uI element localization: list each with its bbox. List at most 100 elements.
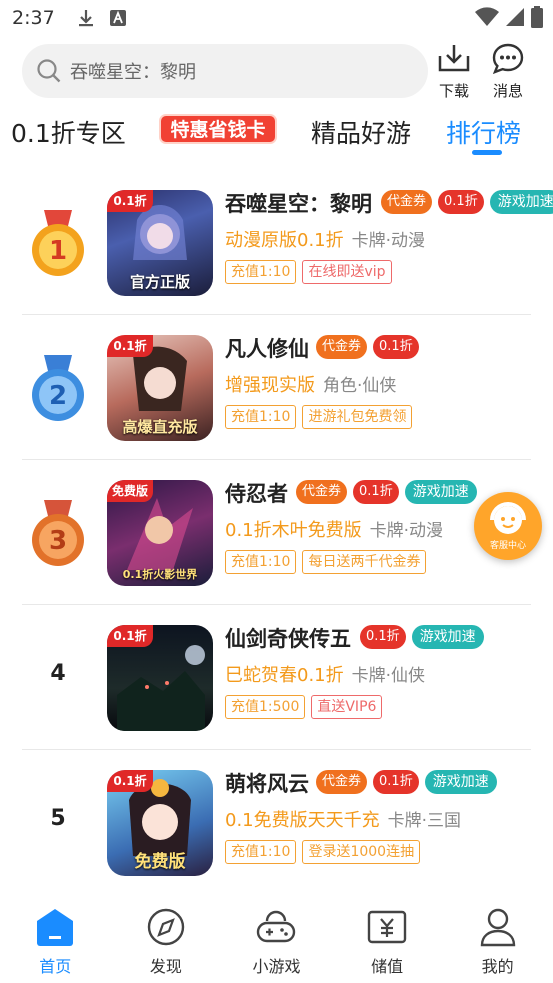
promo-text: 0.1折木叶免费版 <box>225 520 362 541</box>
list-item[interactable]: 3 免费版 0.1折火影世界 侍忍者 代金券 0.1折 游戏加速 0.1折木叶免… <box>0 460 553 605</box>
icon-caption: 官方正版 <box>129 273 190 291</box>
recharge-tag: 充值1:500 <box>225 695 306 719</box>
tab-premium-games[interactable]: 精品好游 <box>311 114 411 150</box>
gold-medal-icon: 1 <box>32 210 84 276</box>
discount-badge: 0.1折 <box>438 190 484 214</box>
nav-home-label: 首页 <box>39 957 72 976</box>
game-title: 侍忍者 <box>225 482 288 506</box>
genre-text: 卡牌·三国 <box>387 811 462 831</box>
icon-discount-tag: 0.1折 <box>107 190 153 212</box>
game-subtitle: 0.1免费版天天千充 卡牌·三国 <box>225 806 461 832</box>
search-icon <box>37 59 61 83</box>
game-subtitle: 动漫原版0.1折 卡牌·动漫 <box>225 226 425 252</box>
nav-mini-games[interactable]: 小游戏 <box>221 893 332 983</box>
discount-badge: 0.1折 <box>353 480 399 504</box>
voucher-badge: 代金券 <box>381 190 433 214</box>
active-tab-indicator <box>472 150 502 155</box>
badge-group: 代金券 0.1折 <box>316 335 419 359</box>
home-icon <box>37 909 74 946</box>
profile-icon <box>480 908 515 947</box>
game-icon[interactable]: 0.1折 高爆直充版 <box>107 335 213 441</box>
search-placeholder: 吞噬星空：黎明 <box>70 62 196 83</box>
perk-tag: 在线即送vip <box>302 260 392 284</box>
download-label: 下载 <box>438 82 469 100</box>
wallet-icon <box>367 910 407 944</box>
game-title: 吞噬星空：黎明 <box>225 192 372 216</box>
tab-savings-card[interactable]: 特惠省钱卡 <box>158 112 278 146</box>
promo-text: 动漫原版0.1折 <box>225 230 344 251</box>
nav-recharge-label: 储值 <box>371 957 404 976</box>
nav-home[interactable]: 首页 <box>0 893 111 983</box>
tag-group: 充值1:10 每日送两千代金券 <box>225 550 427 574</box>
download-icon <box>438 45 470 72</box>
speed-badge: 游戏加速 <box>424 770 497 794</box>
nav-recharge[interactable]: 储值 <box>332 893 443 983</box>
rank-number: 2 <box>49 381 67 411</box>
genre-text: 卡牌·动漫 <box>351 231 426 251</box>
battery-icon <box>531 6 543 28</box>
bottom-navigation: 首页 发现 小游戏 储值 我的 <box>0 893 553 983</box>
customer-service-label: 客服中心 <box>489 541 526 551</box>
game-title: 凡人修仙 <box>225 337 309 361</box>
promo-text: 巳蛇贺春0.1折 <box>225 665 344 686</box>
list-item[interactable]: 1 0.1折 官方正版 吞噬星空：黎明 代金券 0.1折 游戏加速 动漫原版0.… <box>0 170 553 315</box>
list-item[interactable]: 5 0.1折 免费版 萌将风云 代金券 0.1折 游戏加速 0.1免费版天天千充… <box>0 750 553 895</box>
genre-text: 卡牌·动漫 <box>369 521 444 541</box>
game-subtitle: 增强现实版 角色·仙侠 <box>225 371 396 397</box>
game-icon[interactable]: 0.1折 官方正版 <box>107 190 213 296</box>
perk-tag: 每日送两千代金券 <box>302 550 427 574</box>
status-time: 2:37 <box>12 7 55 29</box>
voucher-badge: 代金券 <box>316 335 368 359</box>
gamepad-icon <box>257 910 296 943</box>
download-button[interactable]: 下载 <box>430 42 478 101</box>
discount-badge: 0.1折 <box>360 625 406 649</box>
recharge-tag: 充值1:10 <box>225 840 297 864</box>
rank-number: 3 <box>49 526 67 556</box>
list-item[interactable]: 4 0.1折 仙剑奇侠传五 0.1折 游戏加速 巳蛇贺春0.1折 卡牌·仙侠 充值… <box>0 605 553 750</box>
icon-caption: 0.1折火影世界 <box>122 568 198 581</box>
signal-icon <box>506 8 524 26</box>
customer-service-button[interactable]: 客服中心 <box>474 492 542 560</box>
tab-ranking[interactable]: 排行榜 <box>446 114 521 150</box>
icon-discount-tag: 0.1折 <box>107 625 153 647</box>
game-icon[interactable]: 0.1折 免费版 <box>107 770 213 876</box>
perk-tag: 登录送1000连抽 <box>302 840 421 864</box>
speed-badge: 游戏加速 <box>489 190 553 214</box>
speed-badge: 游戏加速 <box>411 625 484 649</box>
nav-discover[interactable]: 发现 <box>111 893 222 983</box>
bronze-medal-icon: 3 <box>32 500 84 566</box>
game-title: 萌将风云 <box>225 772 309 796</box>
list-item[interactable]: 2 0.1折 高爆直充版 凡人修仙 代金券 0.1折 增强现实版 角色·仙侠 充值… <box>0 315 553 460</box>
game-icon[interactable]: 免费版 0.1折火影世界 <box>107 480 213 586</box>
discount-badge: 0.1折 <box>373 335 419 359</box>
voucher-badge: 代金券 <box>316 770 368 794</box>
nav-discover-label: 发现 <box>149 957 182 976</box>
messages-label: 消息 <box>492 82 523 100</box>
tag-group: 充值1:10 登录送1000连抽 <box>225 840 421 864</box>
icon-discount-tag: 0.1折 <box>107 770 153 792</box>
icon-caption: 高爆直充版 <box>122 418 198 436</box>
search-input[interactable]: 吞噬星空：黎明 <box>22 44 428 98</box>
savings-card-text: 特惠省钱卡 <box>170 118 265 141</box>
status-bar: 2:37 <box>0 0 553 36</box>
nav-mini-games-label: 小游戏 <box>252 957 301 976</box>
tag-group: 充值1:10 进游礼包免费领 <box>225 405 413 429</box>
download-status-icon <box>77 8 95 28</box>
badge-group: 代金券 0.1折 游戏加速 <box>381 190 553 214</box>
promo-text: 0.1免费版天天千充 <box>225 810 380 831</box>
nav-profile[interactable]: 我的 <box>442 893 553 983</box>
tag-group: 充值1:500 直送VIP6 <box>225 695 383 719</box>
game-subtitle: 巳蛇贺春0.1折 卡牌·仙侠 <box>225 661 425 687</box>
genre-text: 卡牌·仙侠 <box>351 666 426 686</box>
wifi-icon <box>475 7 499 27</box>
rank-number: 1 <box>49 236 67 266</box>
icon-discount-tag: 0.1折 <box>107 335 153 357</box>
messages-button[interactable]: 消息 <box>484 42 532 101</box>
voucher-badge: 代金券 <box>296 480 348 504</box>
silver-medal-icon: 2 <box>32 355 84 421</box>
game-icon[interactable]: 0.1折 <box>107 625 213 731</box>
recharge-tag: 充值1:10 <box>225 405 297 429</box>
promo-text: 增强现实版 <box>225 375 315 396</box>
game-title: 仙剑奇侠传五 <box>225 627 351 651</box>
tab-discount-zone[interactable]: 0.1折专区 <box>11 114 126 150</box>
